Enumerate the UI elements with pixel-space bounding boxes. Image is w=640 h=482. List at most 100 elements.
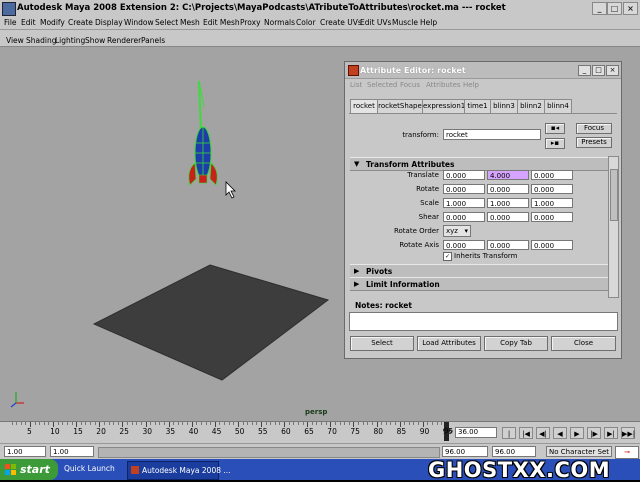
start-time-field[interactable]: 1.00 [4, 446, 46, 457]
transform-name-field[interactable]: rocket [443, 129, 541, 140]
translate-x-field[interactable]: 0.000 [443, 170, 485, 180]
panel-menu-shading[interactable]: Shading [26, 36, 56, 45]
section-transform-attributes[interactable]: ▼ Transform Attributes [350, 157, 608, 171]
go-to-end-icon[interactable]: ▶▶| [621, 427, 635, 439]
timeline-minor-tick [302, 422, 304, 425]
play-forward-icon[interactable]: ▶ [570, 427, 584, 439]
close-button[interactable]: Close [551, 336, 616, 351]
menu-modify[interactable]: Modify [40, 18, 65, 27]
current-frame-field[interactable]: 36.00 [455, 427, 497, 438]
rotate-y-field[interactable]: 0.000 [487, 184, 529, 194]
menu-edit-uvs[interactable]: Edit UVs [360, 18, 391, 27]
menu-proxy[interactable]: Proxy [240, 18, 261, 27]
menu-color[interactable]: Color [296, 18, 316, 27]
ground-plane[interactable] [92, 264, 330, 381]
ae-maximize-button[interactable]: □ [592, 65, 605, 76]
rotate-axis-z-field[interactable]: 0.000 [531, 240, 573, 250]
ae-menu-help[interactable]: Help [463, 81, 479, 89]
step-forward-key-icon[interactable]: ▶| [604, 427, 618, 439]
focus-button[interactable]: Focus [576, 123, 612, 134]
menu-normals[interactable]: Normals [264, 18, 295, 27]
go-input-icon[interactable]: ▪◂ [545, 123, 565, 134]
rotate-z-field[interactable]: 0.000 [531, 184, 573, 194]
go-output-icon[interactable]: ▸▪ [545, 138, 565, 149]
scale-x-field[interactable]: 1.000 [443, 198, 485, 208]
step-back-key-icon[interactable]: |◀ [519, 427, 533, 439]
panel-menu-renderer[interactable]: Renderer [107, 36, 141, 45]
mouse-cursor-icon [225, 181, 236, 199]
range-slider[interactable] [98, 447, 440, 458]
timeline-tick-label: 15 [73, 427, 83, 436]
rotate-axis-x-field[interactable]: 0.000 [443, 240, 485, 250]
shear-y-field[interactable]: 0.000 [487, 212, 529, 222]
attribute-editor-title-bar[interactable]: Attribute Editor: rocket _ □ × [345, 62, 621, 79]
section-title: Transform Attributes [366, 160, 455, 169]
menu-window[interactable]: Window [124, 18, 154, 27]
tab-blinn3[interactable]: blinn3 [490, 99, 518, 113]
tab-rocket[interactable]: rocket [350, 99, 378, 113]
tab-time1[interactable]: time1 [464, 99, 491, 113]
menu-mesh[interactable]: Mesh [180, 18, 200, 27]
load-attributes-button[interactable]: Load Attributes [417, 336, 481, 351]
attributes-scrollbar[interactable] [608, 156, 619, 298]
panel-menu-lighting[interactable]: Lighting [55, 36, 85, 45]
menu-file[interactable]: File [4, 18, 17, 27]
time-slider[interactable]: 5101520253035404550556065707580859095 96… [0, 421, 640, 450]
play-backward-icon[interactable]: ◀ [553, 427, 567, 439]
scale-y-field[interactable]: 1.000 [487, 198, 529, 208]
inherits-transform-checkbox[interactable]: ✓ [443, 252, 452, 261]
timeline-minor-tick [210, 422, 212, 425]
step-back-frame-icon[interactable]: ◀| [536, 427, 550, 439]
rotate-axis-y-field[interactable]: 0.000 [487, 240, 529, 250]
quick-launch-label[interactable]: Quick Launch [64, 464, 115, 473]
character-set-field[interactable]: No Character Set [546, 446, 612, 457]
panel-menu-view[interactable]: View [6, 36, 24, 45]
tab-blinn4[interactable]: blinn4 [544, 99, 572, 113]
playback-end-field[interactable]: 96.00 [442, 446, 488, 457]
end-time-field[interactable]: 96.00 [492, 446, 536, 457]
start-button[interactable]: start [0, 459, 58, 480]
rotate-x-field[interactable]: 0.000 [443, 184, 485, 194]
playback-start-field[interactable]: 1.00 [50, 446, 94, 457]
tab-blinn2[interactable]: blinn2 [517, 99, 545, 113]
section-limit-information[interactable]: ▶ Limit Information [350, 277, 608, 291]
ae-menu-attributes[interactable]: Attributes [426, 81, 461, 89]
auto-key-icon[interactable]: ⊸ [615, 446, 639, 459]
menu-create[interactable]: Create [68, 18, 93, 27]
scrollbar-thumb[interactable] [610, 169, 618, 221]
maximize-button[interactable]: □ [607, 2, 622, 15]
translate-z-field[interactable]: 0.000 [531, 170, 573, 180]
rotate-order-select[interactable]: xyz ▾ [443, 225, 471, 237]
tab-rocketshape[interactable]: rocketShape [377, 99, 423, 113]
panel-menu-panels[interactable]: Panels [141, 36, 165, 45]
taskbar-item-maya[interactable]: Autodesk Maya 2008 ... [127, 461, 231, 480]
shear-z-field[interactable]: 0.000 [531, 212, 573, 222]
menu-display[interactable]: Display [95, 18, 123, 27]
menu-select[interactable]: Select [155, 18, 178, 27]
menu-muscle[interactable]: Muscle [392, 18, 418, 27]
minimize-button[interactable]: _ [592, 2, 607, 15]
notes-textarea[interactable] [349, 312, 618, 331]
menu-edit-mesh[interactable]: Edit Mesh [203, 18, 240, 27]
translate-y-field[interactable]: 4.000 [487, 170, 529, 180]
menu-edit[interactable]: Edit [21, 18, 36, 27]
ae-minimize-button[interactable]: _ [578, 65, 591, 76]
rocket-model[interactable] [188, 80, 218, 186]
step-forward-frame-icon[interactable]: |▶ [587, 427, 601, 439]
panel-menu-show[interactable]: Show [85, 36, 105, 45]
close-window-button[interactable]: × [623, 2, 638, 15]
section-pivots[interactable]: ▶ Pivots [350, 264, 608, 278]
go-to-start-icon[interactable]: |◀◀ [502, 427, 516, 450]
scale-z-field[interactable]: 1.000 [531, 198, 573, 208]
menu-help[interactable]: Help [420, 18, 437, 27]
select-button[interactable]: Select [350, 336, 414, 351]
presets-button[interactable]: Presets [576, 137, 612, 148]
ae-menu-selected[interactable]: Selected [367, 81, 397, 89]
copy-tab-button[interactable]: Copy Tab [484, 336, 548, 351]
menu-create-uvs[interactable]: Create UVs [320, 18, 362, 27]
tab-expression1[interactable]: expression1 [422, 99, 465, 113]
ae-menu-focus[interactable]: Focus [400, 81, 420, 89]
shear-x-field[interactable]: 0.000 [443, 212, 485, 222]
ae-close-button[interactable]: × [606, 65, 619, 76]
ae-menu-list[interactable]: List [350, 81, 362, 89]
